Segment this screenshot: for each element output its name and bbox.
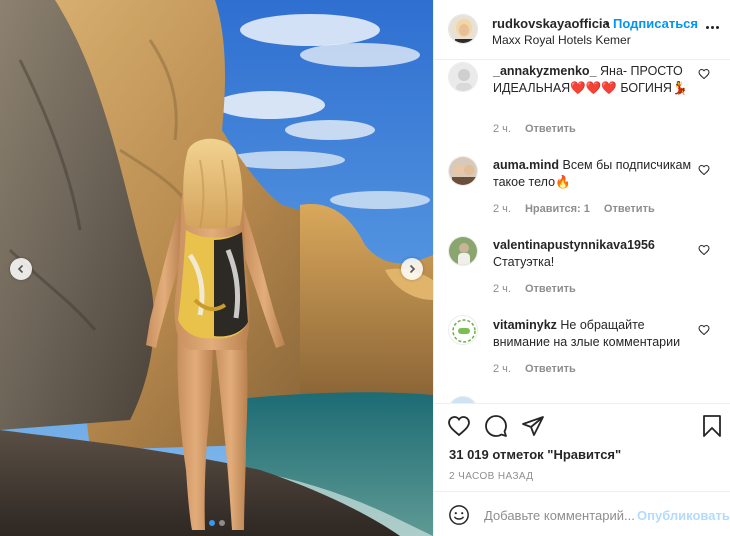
comment-meta: 2 ч. Ответить: [493, 123, 576, 135]
follow-button[interactable]: Подписаться: [613, 16, 698, 31]
like-heart-icon[interactable]: [447, 414, 471, 438]
commenter-avatar[interactable]: [448, 396, 478, 403]
comment-meta: 2 ч. Ответить: [493, 363, 576, 375]
post-side-panel: rudkovskayaofficia • Подписаться Maxx Ro…: [433, 0, 730, 536]
post-timestamp[interactable]: 2 часов назад: [449, 471, 533, 482]
share-send-icon[interactable]: [521, 414, 545, 438]
commenter-avatar[interactable]: [448, 156, 478, 186]
more-options-button[interactable]: [706, 20, 720, 34]
comment-time[interactable]: 2 ч.: [493, 123, 511, 135]
header-separator: •: [605, 16, 610, 31]
more-dot-icon: [716, 25, 719, 29]
comment-like-icon[interactable]: [698, 164, 710, 176]
author-username[interactable]: rudkovskayaofficia: [492, 16, 610, 31]
comment-meta: 2 ч. Нравится: 1 Ответить: [493, 203, 655, 215]
comment-time[interactable]: 2 ч.: [493, 363, 511, 375]
comment-username[interactable]: valentinapustynnikava1956: [493, 238, 655, 252]
comment-reply-button[interactable]: Ответить: [604, 203, 655, 215]
add-comment-bar: Опубликовать: [434, 491, 730, 536]
comment-username[interactable]: vitaminykz: [493, 318, 557, 332]
author-avatar[interactable]: [448, 14, 478, 44]
comment-reply-button[interactable]: Ответить: [525, 123, 576, 135]
comment-reply-button[interactable]: Ответить: [525, 283, 576, 295]
more-dot-icon: [706, 25, 709, 29]
comment-body: auma.mind Всем бы подписчикам такое тело…: [493, 157, 703, 191]
carousel-prev-button[interactable]: [10, 258, 32, 280]
author-avatar-image: [449, 15, 477, 43]
comment-body: vitaminykz Не обращайте внимание на злые…: [493, 317, 703, 351]
comment-username[interactable]: _annakyzmenko_: [493, 64, 597, 78]
commenter-avatar-image: [449, 157, 477, 185]
chevron-right-icon: [409, 264, 416, 274]
commenter-avatar[interactable]: [448, 236, 478, 266]
bookmark-icon[interactable]: [700, 414, 724, 438]
chevron-left-icon: [17, 264, 24, 274]
carousel-dot: [218, 520, 225, 526]
comment-bubble-icon[interactable]: [484, 414, 508, 438]
post-photo[interactable]: [0, 0, 433, 536]
publish-button[interactable]: Опубликовать: [637, 508, 730, 523]
comment-body: _annakyzmenko_ Яна- ПРОСТО ИДЕАЛЬНАЯ❤️❤️…: [493, 63, 703, 97]
comment-like-icon[interactable]: [698, 244, 710, 256]
comment-text: Статуэтка!: [493, 255, 555, 269]
commenter-avatar[interactable]: [448, 62, 478, 92]
post-header: rudkovskayaofficia • Подписаться Maxx Ro…: [434, 0, 730, 60]
post-actions: 31 019 отметок "Нравится" 2 часов назад: [434, 403, 730, 498]
add-comment-input[interactable]: [484, 504, 634, 526]
carousel-next-button[interactable]: [401, 258, 423, 280]
carousel-dots: [0, 520, 433, 526]
comment-meta: 2 ч. Ответить: [493, 283, 576, 295]
comment-reply-button[interactable]: Ответить: [525, 363, 576, 375]
commenter-avatar-image: [449, 63, 477, 91]
more-dot-icon: [711, 25, 714, 29]
comment-likes-count[interactable]: Нравится: 1: [525, 203, 590, 215]
carousel-dot-active: [208, 520, 215, 526]
comments-list[interactable]: _annakyzmenko_ Яна- ПРОСТО ИДЕАЛЬНАЯ❤️❤️…: [434, 60, 730, 403]
comment-like-icon[interactable]: [698, 324, 710, 336]
comment-username[interactable]: auma.mind: [493, 158, 559, 172]
commenter-avatar[interactable]: [448, 315, 478, 345]
likes-count[interactable]: 31 019 отметок "Нравится": [449, 447, 621, 462]
vitamin-logo-icon: [449, 316, 477, 344]
post-location[interactable]: Maxx Royal Hotels Kemer: [492, 33, 631, 47]
comment-time[interactable]: 2 ч.: [493, 283, 511, 295]
comment-like-icon[interactable]: [698, 68, 710, 80]
comment-body: valentinapustynnikava1956 Статуэтка!: [493, 237, 703, 271]
comment-time[interactable]: 2 ч.: [493, 203, 511, 215]
commenter-avatar-image: [449, 237, 477, 265]
emoji-icon[interactable]: [448, 504, 470, 526]
beach-photo: [0, 0, 433, 536]
